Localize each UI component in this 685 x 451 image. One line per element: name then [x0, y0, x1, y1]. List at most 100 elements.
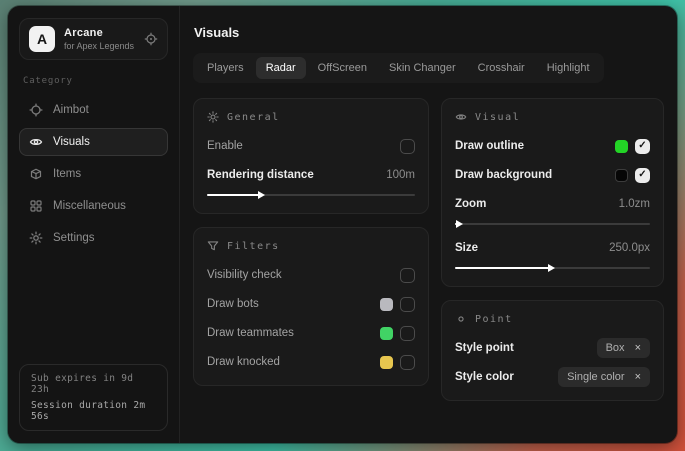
eye-icon	[455, 111, 467, 123]
point-card: Point Style point Box × Style color Sing…	[441, 300, 664, 401]
rendering-distance-row: Rendering distance 100m	[207, 165, 415, 185]
sidebar-item-label: Aimbot	[53, 104, 89, 116]
grid-icon	[29, 199, 43, 213]
sidebar-item-label: Items	[53, 168, 81, 180]
category-label: Category	[23, 76, 166, 86]
app-subtitle: for Apex Legends	[64, 41, 135, 51]
target-icon[interactable]	[144, 32, 158, 46]
enable-checkbox[interactable]	[400, 139, 415, 154]
visual-card: Visual Draw outline ✓ Draw background	[441, 98, 664, 287]
sidebar-item-label: Visuals	[53, 136, 90, 148]
draw-outline-row: Draw outline ✓	[455, 136, 650, 156]
gear-icon	[29, 231, 43, 245]
check-icon: ✓	[638, 141, 646, 151]
main-content: Visuals Players Radar OffScreen Skin Cha…	[180, 6, 677, 443]
slider-thumb[interactable]	[456, 220, 463, 228]
close-icon[interactable]: ×	[635, 372, 641, 383]
app-logo: A	[29, 26, 55, 52]
chip-label: Single color	[567, 371, 624, 383]
tab-players[interactable]: Players	[197, 57, 254, 79]
brand-card: A Arcane for Apex Legends	[19, 18, 168, 60]
tab-crosshair[interactable]: Crosshair	[468, 57, 535, 79]
sidebar-nav: Aimbot Visuals Items	[19, 96, 168, 252]
sidebar-item-aimbot[interactable]: Aimbot	[19, 96, 168, 124]
sidebar-item-items[interactable]: Items	[19, 160, 168, 188]
size-row: Size 250.0px	[455, 238, 650, 258]
draw-bots-color-swatch[interactable]	[380, 298, 393, 311]
zoom-label: Zoom	[455, 198, 486, 210]
zoom-slider[interactable]	[455, 223, 650, 225]
slider-thumb[interactable]	[548, 264, 555, 272]
funnel-icon	[207, 240, 219, 252]
draw-bots-row: Draw bots	[207, 294, 415, 314]
enable-row: Enable	[207, 136, 415, 156]
style-color-label: Style color	[455, 371, 514, 383]
dot-icon	[455, 313, 467, 325]
draw-teammates-label: Draw teammates	[207, 327, 294, 339]
slider-fill	[455, 223, 459, 225]
check-icon: ✓	[638, 170, 646, 180]
close-icon[interactable]: ×	[635, 343, 641, 354]
tab-skin-changer[interactable]: Skin Changer	[379, 57, 466, 79]
style-point-label: Style point	[455, 342, 514, 354]
sidebar: A Arcane for Apex Legends Category	[8, 6, 180, 443]
size-value: 250.0px	[609, 242, 650, 254]
draw-bots-checkbox[interactable]	[400, 297, 415, 312]
filters-card-header: Filters	[207, 240, 415, 252]
tab-offscreen[interactable]: OffScreen	[308, 57, 377, 79]
page-title: Visuals	[194, 25, 661, 40]
app-window: A Arcane for Apex Legends Category	[8, 6, 677, 443]
draw-knocked-label: Draw knocked	[207, 356, 280, 368]
point-card-header: Point	[455, 313, 650, 325]
draw-knocked-checkbox[interactable]	[400, 355, 415, 370]
tab-bar: Players Radar OffScreen Skin Changer Cro…	[193, 53, 604, 83]
section-title-point: Point	[475, 314, 513, 325]
style-point-chip[interactable]: Box ×	[597, 338, 650, 358]
app-name: Arcane	[64, 27, 135, 39]
rendering-distance-value: 100m	[386, 169, 415, 181]
draw-outline-label: Draw outline	[455, 140, 524, 152]
sidebar-item-settings[interactable]: Settings	[19, 224, 168, 252]
general-card: General Enable Rendering distance 100m	[193, 98, 429, 214]
style-color-chip[interactable]: Single color ×	[558, 367, 650, 387]
visibility-check-checkbox[interactable]	[400, 268, 415, 283]
settings-columns: General Enable Rendering distance 100m	[193, 98, 661, 414]
section-title-filters: Filters	[227, 241, 280, 252]
tab-highlight[interactable]: Highlight	[537, 57, 600, 79]
visibility-check-row: Visibility check	[207, 265, 415, 285]
rendering-distance-label: Rendering distance	[207, 169, 314, 181]
sun-icon	[207, 111, 219, 123]
enable-label: Enable	[207, 140, 243, 152]
zoom-value: 1.0zm	[619, 198, 650, 210]
brand-text: Arcane for Apex Legends	[64, 27, 135, 51]
size-label: Size	[455, 242, 478, 254]
draw-outline-color-swatch[interactable]	[615, 140, 628, 153]
sidebar-item-miscellaneous[interactable]: Miscellaneous	[19, 192, 168, 220]
draw-knocked-row: Draw knocked	[207, 352, 415, 372]
size-slider[interactable]	[455, 267, 650, 269]
sidebar-item-visuals[interactable]: Visuals	[19, 128, 168, 156]
draw-teammates-checkbox[interactable]	[400, 326, 415, 341]
slider-thumb[interactable]	[258, 191, 265, 199]
draw-teammates-row: Draw teammates	[207, 323, 415, 343]
rendering-distance-slider[interactable]	[207, 194, 415, 196]
draw-knocked-color-swatch[interactable]	[380, 356, 393, 369]
slider-fill	[207, 194, 261, 196]
filters-card: Filters Visibility check Draw bots	[193, 227, 429, 386]
zoom-row: Zoom 1.0zm	[455, 194, 650, 214]
general-card-header: General	[207, 111, 415, 123]
crosshair-icon	[29, 103, 43, 117]
sidebar-item-label: Settings	[53, 232, 95, 244]
sub-expires-text: Sub expires in 9d 23h	[31, 373, 156, 395]
eye-scan-icon	[29, 135, 43, 149]
tab-radar[interactable]: Radar	[256, 57, 306, 79]
session-duration-text: Session duration 2m 56s	[31, 400, 156, 422]
style-color-row: Style color Single color ×	[455, 367, 650, 387]
section-title-visual: Visual	[475, 112, 520, 123]
draw-teammates-color-swatch[interactable]	[380, 327, 393, 340]
draw-outline-checkbox[interactable]: ✓	[635, 139, 650, 154]
visibility-check-label: Visibility check	[207, 269, 282, 281]
draw-background-color-swatch[interactable]	[615, 169, 628, 182]
subscription-status-card: Sub expires in 9d 23h Session duration 2…	[19, 364, 168, 431]
draw-background-checkbox[interactable]: ✓	[635, 168, 650, 183]
